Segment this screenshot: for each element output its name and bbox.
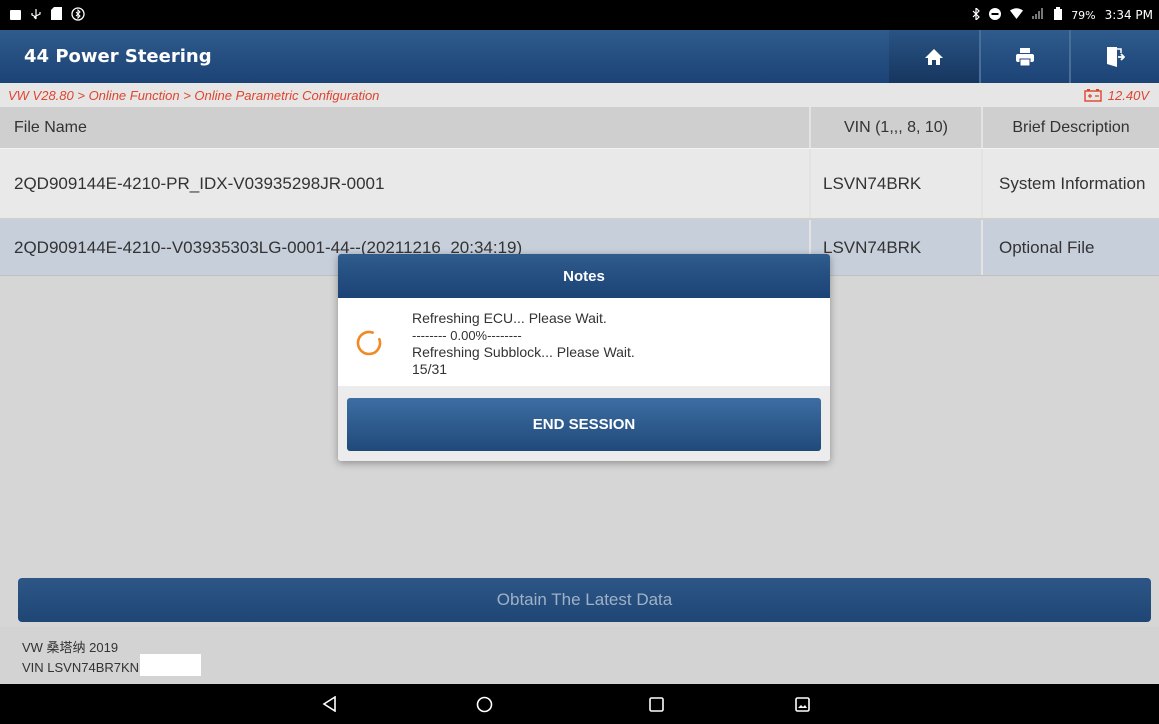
usb-icon [30,8,42,23]
page-title: 44 Power Steering [24,46,212,67]
vin-line: VIN LSVN74BR7KN [22,654,1159,679]
title-bar: 44 Power Steering [0,30,1159,83]
table-row[interactable]: 2QD909144E-4210-PR_IDX-V03935298JR-0001 … [0,148,1159,220]
dialog-message: Refreshing ECU... Please Wait. -------- … [412,310,635,378]
back-icon[interactable] [320,694,340,714]
voltage-value: 12.40V [1107,87,1149,103]
voltage-indicator: 12.40V [1084,88,1149,103]
screenshot-icon[interactable] [792,694,812,714]
recents-icon[interactable] [646,694,666,714]
file-name-cell: 2QD909144E-4210-PR_IDX-V03935298JR-0001 [14,173,385,193]
redaction-mask [140,654,202,676]
end-session-button[interactable]: END SESSION [347,398,821,451]
android-nav-bar [0,684,1159,724]
dialog-body: Refreshing ECU... Please Wait. -------- … [338,298,830,386]
battery-icon [1054,7,1063,23]
clock: 3:34 PM [1104,8,1153,22]
home-button[interactable] [889,30,979,83]
home-circle-icon[interactable] [474,694,494,714]
progress-text: -------- 0.00%-------- [412,328,522,343]
notes-dialog: Notes Refreshing ECU... Please Wait. ---… [338,254,830,461]
table-header: File Name VIN (1,,, 8, 10) Brief Descrip… [0,107,1159,148]
exit-icon [1107,46,1125,67]
car-battery-icon [1084,89,1102,102]
battery-percent: 79% [1071,8,1096,22]
column-header-vin: VIN (1,,, 8, 10) [809,107,981,148]
status-left-icons [10,6,85,24]
vin-cell: LSVN74BRK [809,220,981,275]
bluetooth-circle-icon [71,6,85,24]
wifi-icon [1010,8,1024,22]
dialog-title: Notes [338,254,830,298]
description-cell: System Information [981,149,1159,218]
signal-icon [1032,8,1045,22]
print-icon [1016,47,1034,66]
column-header-file-name: File Name [14,118,87,136]
exit-button[interactable] [1069,30,1159,83]
description-cell: Optional File [981,220,1159,275]
vin-cell: LSVN74BRK [809,149,981,218]
message-line-1: Refreshing ECU... Please Wait. [412,310,607,326]
loading-spinner-icon [356,330,382,360]
subblock-count: 15/31 [412,361,448,377]
print-button[interactable] [979,30,1069,83]
vehicle-info: VW 桑塔纳 2019 VIN LSVN74BR7KN [0,627,1159,684]
bluetooth-icon [972,6,981,23]
status-bar: 79% 3:34 PM [0,0,1159,30]
obtain-latest-data-button[interactable]: Obtain The Latest Data [18,578,1151,622]
dialog-footer: END SESSION [338,386,830,461]
minus-circle-icon [989,7,1002,23]
file-icon [51,7,62,23]
image-icon [10,10,21,20]
status-right-icons: 79% 3:34 PM [972,6,1153,23]
vehicle-vin: VIN LSVN74BR7KN [22,660,140,675]
message-line-3: Refreshing Subblock... Please Wait. [412,344,635,360]
breadcrumb: VW V28.80 > Online Function > Online Par… [0,83,1159,107]
breadcrumb-path: VW V28.80 > Online Function > Online Par… [8,87,380,103]
column-header-description: Brief Description [981,107,1159,148]
home-icon [925,48,943,65]
